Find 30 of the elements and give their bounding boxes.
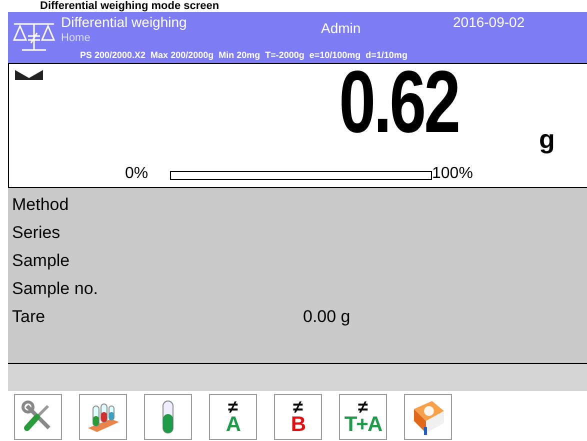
breadcrumb: Home	[61, 31, 90, 46]
function-letter: T+A	[344, 414, 382, 434]
function-icon-button[interactable]	[14, 394, 62, 440]
scale-specs: PS 200/2000.X2 Max 200/2000g Min 20mg T=-2000g e=10/100mg d=1/10mg	[80, 49, 408, 62]
test-tube-icon	[161, 400, 175, 434]
function-icon-button[interactable]	[144, 394, 192, 440]
function-icon-button[interactable]	[404, 394, 452, 440]
info-label: Series	[12, 222, 62, 244]
not-equal-sign: ≠	[358, 400, 368, 414]
info-label: Sample no.	[12, 278, 99, 300]
user-name: Admin	[321, 19, 361, 38]
not-equal-sign: ≠	[228, 400, 238, 414]
info-label: Tare	[12, 306, 46, 328]
function-button[interactable]: ≠ T+A	[339, 394, 387, 440]
function-icon-button[interactable]	[79, 394, 127, 440]
caption: Differential weighing mode screen	[39, 0, 220, 12]
info-value: 0.00 g	[303, 306, 350, 328]
info-label: Sample	[12, 250, 71, 272]
weight-unit: g	[539, 126, 555, 152]
function-letter: A	[226, 414, 240, 434]
bar-min-label: 0%	[125, 166, 148, 182]
mode-title: Differential weighing	[61, 13, 187, 32]
function-button[interactable]: ≠ A	[209, 394, 257, 440]
bar-max-label: 100%	[432, 166, 473, 182]
info-label: Method	[12, 194, 70, 216]
date: 2016-09-02	[453, 13, 525, 32]
function-button[interactable]: ≠ B	[274, 394, 322, 440]
not-equal-sign: ≠	[293, 400, 303, 414]
function-letter: B	[290, 414, 306, 434]
stability-icon	[15, 70, 43, 80]
